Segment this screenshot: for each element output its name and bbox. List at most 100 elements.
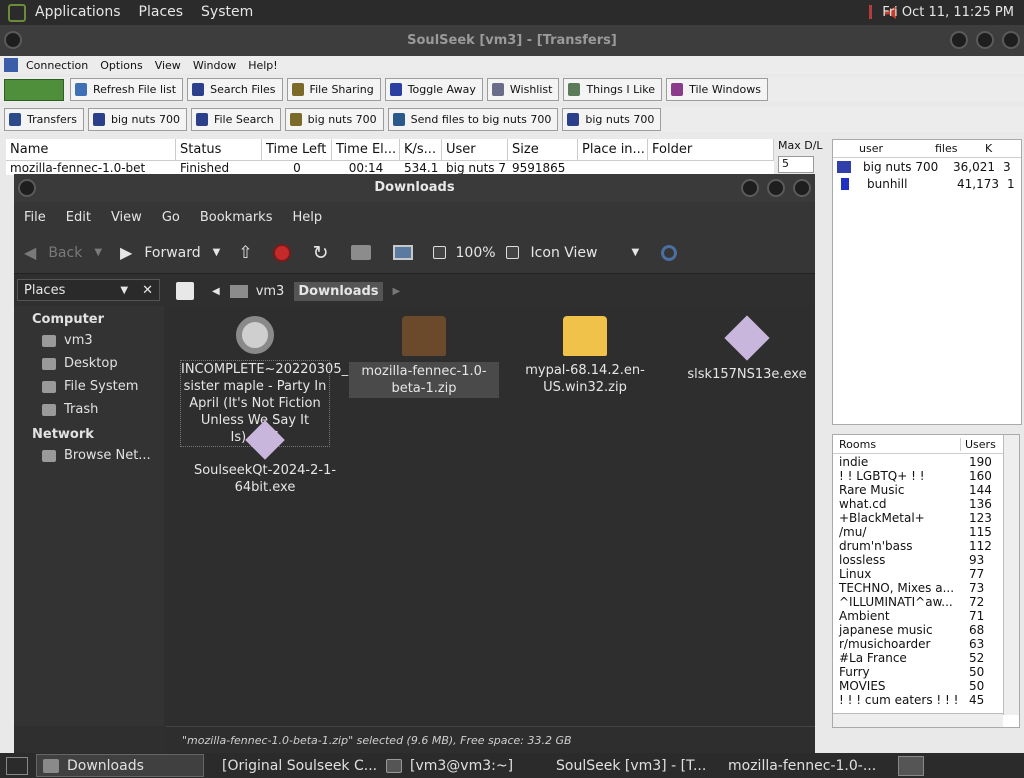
maximize-button[interactable]	[767, 179, 785, 197]
list-item[interactable]: drum'n'bass 112	[833, 539, 1019, 553]
view-mode-select[interactable]: Icon View ▼	[531, 245, 640, 261]
path-right-arrow-icon[interactable]: ▶	[393, 286, 401, 297]
workspace-switcher[interactable]	[898, 755, 924, 776]
refresh-file-list-button[interactable]: Refresh File list	[70, 78, 184, 101]
tab-send-files[interactable]: Send files to big nuts 700	[387, 108, 559, 131]
close-button[interactable]	[793, 179, 811, 197]
close-sidebar-icon[interactable]: ✕	[142, 283, 153, 298]
menu-bookmarks[interactable]: Bookmarks	[190, 210, 283, 225]
places-menu[interactable]: Places	[130, 0, 193, 25]
maximize-button[interactable]	[976, 31, 994, 49]
col-time-left[interactable]: Time Left	[262, 139, 332, 160]
sidebar-item-trash[interactable]: Trash	[14, 398, 164, 421]
list-item[interactable]: Linux 77	[833, 567, 1019, 581]
system-menu[interactable]: System	[192, 0, 262, 25]
taskbar-item-original-soulseek[interactable]: [Original Soulseek C...	[208, 754, 376, 777]
sidebar-item-vm3[interactable]: vm3	[14, 329, 164, 352]
menu-help[interactable]: Help	[282, 210, 332, 225]
up-button[interactable]: ⇧	[238, 243, 252, 263]
list-item[interactable]: what.cd 136	[833, 497, 1019, 511]
list-item[interactable]: ! ! LGBTQ+ ! ! 160	[833, 469, 1019, 483]
menu-view[interactable]: View	[101, 210, 152, 225]
wishlist-button[interactable]: Wishlist	[486, 78, 560, 101]
breadcrumb-vm3[interactable]: vm3	[229, 284, 284, 299]
list-item[interactable]: /mu/115	[833, 525, 1019, 539]
list-item[interactable]: ^ILLUMINATI^aw... 72	[833, 595, 1019, 609]
things-i-like-button[interactable]: Things I Like	[563, 78, 663, 101]
soulseek-titlebar[interactable]: SoulSeek [vm3] - [Transfers]	[0, 25, 1024, 56]
col-speed[interactable]: K/s...	[400, 139, 442, 160]
col-user[interactable]: User	[442, 139, 508, 160]
list-item[interactable]: Rare Music 144	[833, 483, 1019, 497]
search-button[interactable]	[661, 244, 678, 261]
minimize-button[interactable]	[950, 31, 968, 49]
menu-connection[interactable]: Connection	[20, 59, 94, 72]
toggle-away-button[interactable]: Toggle Away	[384, 78, 483, 101]
show-desktop-button[interactable]	[6, 756, 28, 775]
col-size[interactable]: Size	[508, 139, 578, 160]
menu-edit[interactable]: Edit	[56, 210, 101, 225]
reload-button[interactable]: ↻	[313, 242, 329, 264]
col-folder[interactable]: Folder	[648, 139, 774, 160]
chevron-down-icon[interactable]: ▼	[94, 247, 102, 258]
window-menu-button[interactable]	[18, 179, 36, 197]
menu-view[interactable]: View	[149, 59, 187, 72]
col-time-elapsed[interactable]: Time El...	[332, 139, 400, 160]
menu-go[interactable]: Go	[152, 210, 190, 225]
tab-chat-big-nuts-700[interactable]: big nuts 700	[562, 108, 662, 131]
sidebar-item-file-system[interactable]: File System	[14, 375, 164, 398]
rooms-hscrollbar[interactable]	[833, 713, 1003, 727]
list-item[interactable]: Ambient 71	[833, 609, 1019, 623]
menu-file[interactable]: File	[14, 210, 56, 225]
col-status[interactable]: Status	[176, 139, 262, 160]
sidebar-item-desktop[interactable]: Desktop	[14, 352, 164, 375]
rooms-vscrollbar[interactable]	[1003, 435, 1019, 715]
taskbar-item-mozilla-fennec[interactable]: mozilla-fennec-1.0-...	[714, 754, 882, 777]
file-sharing-button[interactable]: File Sharing	[286, 78, 381, 101]
list-item[interactable]: TECHNO, Mixes a... 73	[833, 581, 1019, 595]
window-menu-button[interactable]	[4, 31, 22, 49]
soulseek-app-icon[interactable]	[4, 58, 18, 72]
tab-file-search[interactable]: File Search	[190, 108, 281, 131]
clock[interactable]: Fri Oct 11, 11:25 PM	[882, 0, 1014, 25]
taskbar-item-downloads[interactable]: Downloads	[36, 754, 204, 777]
list-item[interactable]: #La France 52	[833, 651, 1019, 665]
zoom-in-button[interactable]	[505, 246, 519, 259]
minimize-button[interactable]	[741, 179, 759, 197]
list-item[interactable]: lossless 93	[833, 553, 1019, 567]
zoom-out-button[interactable]	[432, 246, 446, 259]
taskbar-item-terminal[interactable]: [vm3@vm3:~]	[380, 754, 538, 777]
table-row[interactable]: mozilla-fennec-1.0-bet Finished 0 00:14 …	[6, 161, 774, 175]
col-files[interactable]: files	[931, 142, 981, 155]
file-item-selected[interactable]: mozilla-fennec-1.0-beta-1.zip	[349, 316, 499, 398]
forward-button[interactable]: ▶ Forward ▼	[120, 243, 220, 262]
close-button[interactable]	[1002, 31, 1020, 49]
col-k[interactable]: K	[981, 142, 1001, 155]
file-item[interactable]: SoulseekQt-2024-2-1-64bit.exe	[190, 420, 340, 496]
applications-menu[interactable]: Applications	[26, 0, 130, 25]
stop-button[interactable]	[272, 243, 291, 262]
list-item[interactable]: +BlackMetal+ 123	[833, 511, 1019, 525]
max-dl-input[interactable]: 5	[778, 156, 814, 173]
file-item[interactable]: mypal-68.14.2.en-US.win32.zip	[510, 316, 660, 396]
menu-help[interactable]: Help!	[242, 59, 284, 72]
menu-options[interactable]: Options	[94, 59, 148, 72]
home-button[interactable]	[350, 245, 371, 260]
search-files-button[interactable]: Search Files	[187, 78, 283, 101]
col-rooms[interactable]: Rooms	[833, 437, 961, 451]
breadcrumb-downloads[interactable]: Downloads	[294, 281, 383, 301]
sidebar-item-browse-network[interactable]: Browse Net...	[14, 444, 164, 467]
menu-window[interactable]: Window	[187, 59, 242, 72]
list-item[interactable]: Furry 50	[833, 665, 1019, 679]
computer-button[interactable]	[392, 245, 413, 260]
list-item[interactable]: r/musichoarder 63	[833, 637, 1019, 651]
list-item[interactable]: bunhill 41,173 1	[833, 175, 1021, 192]
network-indicator-icon[interactable]	[869, 5, 872, 19]
tab-user-files-big-nuts-700[interactable]: big nuts 700	[284, 108, 384, 131]
taskbar-item-soulseek[interactable]: SoulSeek [vm3] - [T...	[542, 754, 710, 777]
tab-transfers[interactable]: Transfers	[4, 108, 84, 131]
col-user[interactable]: user	[833, 142, 931, 155]
distro-logo-icon[interactable]	[8, 3, 26, 22]
list-item[interactable]: MOVIES 50	[833, 679, 1019, 693]
col-name[interactable]: Name	[6, 139, 176, 160]
